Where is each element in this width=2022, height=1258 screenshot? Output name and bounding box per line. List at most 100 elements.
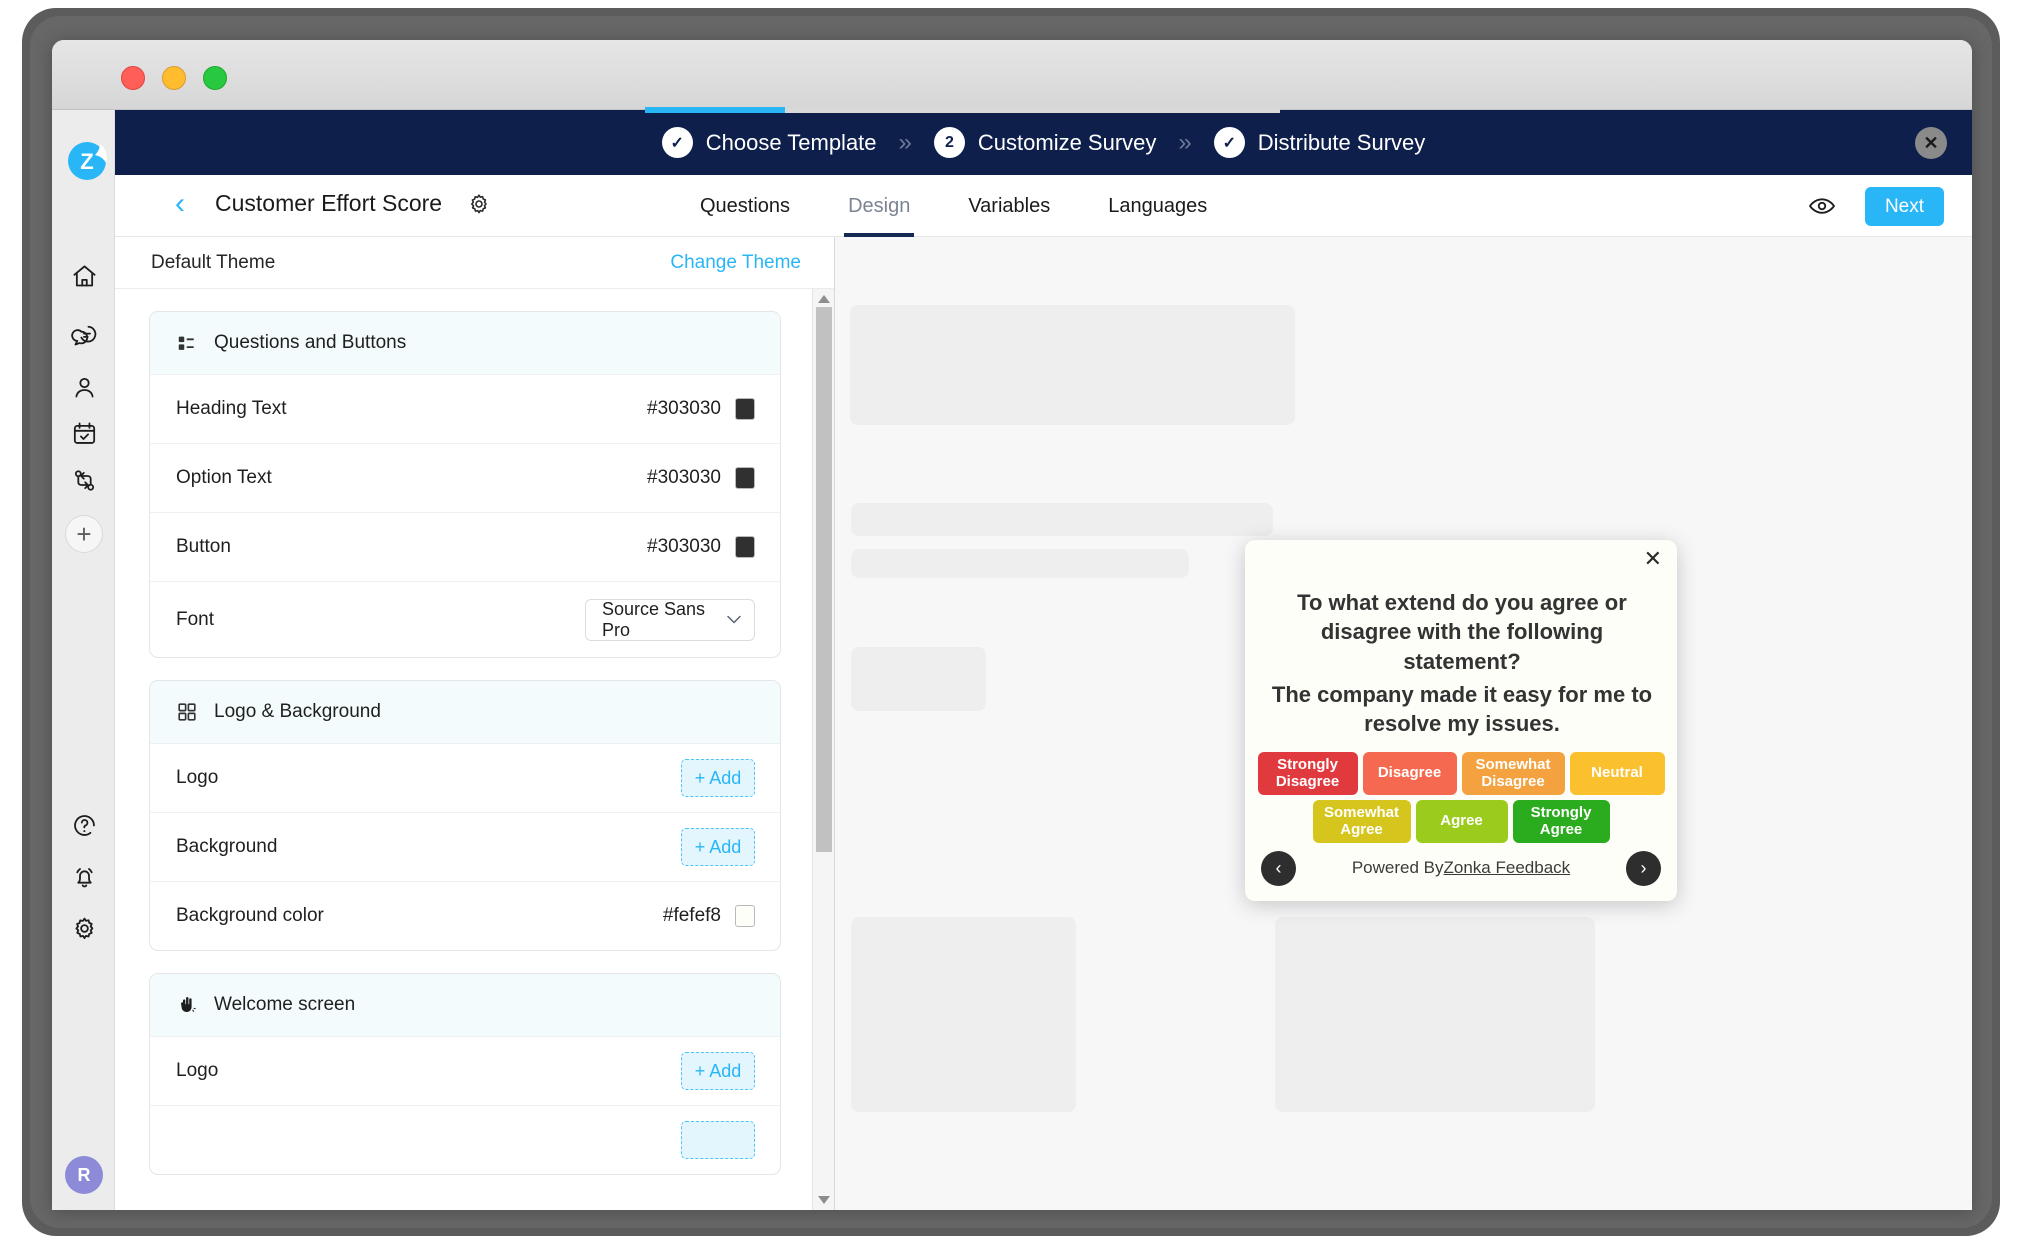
back-chevron-icon[interactable]: ‹ — [175, 190, 205, 220]
row-value[interactable]: #303030 — [647, 467, 755, 489]
sidebar-item-surveys[interactable] — [64, 413, 104, 453]
browser-window: Z — [52, 40, 1972, 1210]
skeleton-block — [1275, 917, 1595, 1112]
add-welcome-background-button[interactable] — [681, 1121, 755, 1159]
device-frame: Z — [0, 0, 2022, 1258]
avatar[interactable]: R — [65, 1156, 103, 1194]
skeleton-block — [850, 305, 1295, 425]
wizard-close-button[interactable]: ✕ — [1915, 127, 1947, 159]
plus-icon: + — [76, 521, 91, 547]
font-select[interactable]: Source Sans Pro — [585, 599, 755, 641]
section-header: Questions and Buttons — [150, 312, 780, 374]
tab-variables[interactable]: Variables — [968, 175, 1050, 237]
help-question-icon — [71, 812, 98, 839]
window-close-button[interactable] — [121, 66, 145, 90]
sidebar-item-workflows[interactable] — [64, 460, 104, 500]
preview-eye-icon[interactable] — [1807, 191, 1837, 221]
row-button[interactable]: Button #303030 — [150, 512, 780, 581]
popup-next-button[interactable]: › — [1626, 851, 1661, 886]
window-zoom-button[interactable] — [203, 66, 227, 90]
chevron-left-icon: ‹ — [1276, 858, 1282, 879]
page-title: Customer Effort Score — [215, 190, 442, 217]
sidebar-item-notifications[interactable] — [64, 857, 104, 897]
scrollbar-thumb[interactable] — [816, 307, 832, 852]
sidebar-item-settings[interactable] — [64, 908, 104, 948]
wizard-step-3-label: Distribute Survey — [1258, 130, 1426, 156]
add-new-button[interactable]: + — [65, 515, 103, 553]
powered-by-text: Powered By — [1352, 858, 1444, 878]
color-hex-value: #303030 — [647, 398, 721, 420]
choice-disagree[interactable]: Disagree — [1363, 752, 1457, 795]
color-hex-value: #303030 — [647, 536, 721, 558]
row-background-color[interactable]: Background color #fefef8 — [150, 881, 780, 950]
row-option-text[interactable]: Option Text #303030 — [150, 443, 780, 512]
survey-settings-gear-icon[interactable] — [467, 192, 491, 216]
design-panel-scroll-area: Questions and Buttons Heading Text #3030… — [115, 289, 813, 1210]
survey-popup-widget: ✕ To what extend do you agree or disagre… — [1245, 540, 1677, 901]
window-minimize-button[interactable] — [162, 66, 186, 90]
next-button[interactable]: Next — [1865, 187, 1944, 226]
tab-languages[interactable]: Languages — [1108, 175, 1207, 237]
close-icon: ✕ — [1644, 546, 1662, 571]
add-background-button[interactable]: + Add — [681, 828, 755, 866]
sidebar-item-help[interactable] — [64, 805, 104, 845]
color-swatch[interactable] — [735, 905, 755, 927]
browser-titlebar — [52, 40, 1972, 110]
tab-design[interactable]: Design — [848, 175, 910, 237]
sidebar-item-contacts[interactable] — [64, 367, 104, 407]
row-heading-text[interactable]: Heading Text #303030 — [150, 374, 780, 443]
row-value[interactable]: #fefef8 — [663, 905, 755, 927]
sidebar-item-home[interactable] — [64, 256, 104, 296]
choice-neutral[interactable]: Neutral — [1570, 752, 1665, 795]
popup-close-icon[interactable]: ✕ — [1644, 546, 1662, 572]
app-shell: Z — [52, 110, 1972, 1210]
row-value[interactable]: #303030 — [647, 398, 755, 420]
powered-by-link[interactable]: Zonka Feedback — [1444, 858, 1571, 878]
popup-prev-button[interactable]: ‹ — [1261, 851, 1296, 886]
add-welcome-logo-button[interactable]: + Add — [681, 1052, 755, 1090]
tab-questions[interactable]: Questions — [700, 175, 790, 237]
section-title: Questions and Buttons — [214, 332, 406, 354]
scroll-up-arrow-icon[interactable] — [818, 295, 830, 303]
choice-somewhat-agree[interactable]: Somewhat Agree — [1313, 800, 1411, 843]
choice-strongly-agree[interactable]: Strongly Agree — [1513, 800, 1610, 843]
skeleton-block — [851, 549, 1189, 578]
sidebar-item-inbox[interactable] — [64, 315, 104, 355]
row-label: Font — [176, 609, 214, 631]
scroll-down-arrow-icon[interactable] — [818, 1196, 830, 1204]
wizard-step-distribute-survey[interactable]: ✓ Distribute Survey — [1214, 127, 1426, 158]
wizard-step-choose-template[interactable]: ✓ Choose Template — [662, 127, 877, 158]
color-swatch[interactable] — [735, 536, 755, 558]
row-label: Background color — [176, 905, 324, 927]
zonka-logo[interactable]: Z — [66, 140, 108, 182]
choice-label: Somewhat Disagree — [1471, 757, 1556, 789]
choice-label: Strongly Agree — [1522, 805, 1601, 837]
row-label: Heading Text — [176, 398, 287, 420]
contacts-person-icon — [71, 374, 98, 401]
workflows-icon — [71, 467, 98, 494]
list-squares-icon — [176, 332, 198, 354]
design-panel-scrollbar[interactable] — [812, 289, 834, 1210]
choice-label: Disagree — [1378, 765, 1441, 781]
wizard-separator-1: » — [899, 129, 912, 157]
choice-somewhat-disagree[interactable]: Somewhat Disagree — [1462, 752, 1565, 795]
color-swatch[interactable] — [735, 398, 755, 420]
home-icon — [71, 263, 98, 290]
wizard-step-1-label: Choose Template — [706, 130, 877, 156]
next-button-label: Next — [1885, 196, 1924, 218]
wizard-step-customize-survey[interactable]: 2 Customize Survey — [934, 127, 1157, 158]
section-title: Welcome screen — [214, 994, 355, 1016]
survey-subheader: ‹ Customer Effort Score Questions Design… — [115, 175, 1972, 237]
choice-strongly-disagree[interactable]: Strongly Disagree — [1258, 752, 1358, 795]
color-swatch[interactable] — [735, 467, 755, 489]
chevron-left-icon: ‹ — [175, 187, 185, 220]
section-questions-and-buttons: Questions and Buttons Heading Text #3030… — [149, 311, 781, 658]
row-value[interactable]: #303030 — [647, 536, 755, 558]
design-panel: Default Theme Change Theme — [115, 237, 835, 1210]
settings-gear-icon — [71, 915, 98, 942]
change-theme-link[interactable]: Change Theme — [670, 252, 801, 274]
add-logo-button[interactable]: + Add — [681, 759, 755, 797]
color-hex-value: #fefef8 — [663, 905, 721, 927]
choice-agree[interactable]: Agree — [1416, 800, 1508, 843]
row-logo: Logo + Add — [150, 743, 780, 812]
